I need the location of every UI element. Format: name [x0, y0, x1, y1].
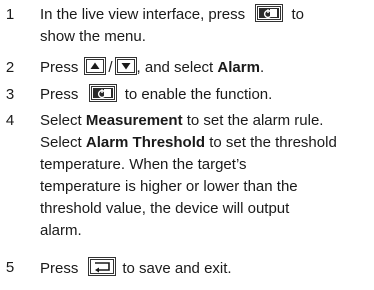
- menu-item-measurement: Measurement: [85, 112, 183, 129]
- step-text: temperature is higher or lower than the: [40, 178, 298, 195]
- step-text: Press: [40, 59, 79, 76]
- step-number: 2: [5, 59, 15, 76]
- step-text: .: [259, 59, 265, 76]
- back-key-icon: [88, 257, 117, 276]
- menu-item-alarm-threshold: Alarm Threshold: [85, 134, 206, 151]
- menu-item-alarm: Alarm: [217, 59, 260, 76]
- step-text: temperature. When the target’s: [40, 156, 247, 173]
- instruction-steps: 1 In the live view interface, press to s…: [0, 0, 374, 290]
- step-text: alarm.: [40, 222, 82, 239]
- step-number: 5: [5, 259, 15, 276]
- step-text: to enable the function.: [124, 86, 273, 103]
- step-text: show the menu.: [40, 28, 146, 45]
- step-text: to save and exit.: [122, 260, 232, 277]
- step-text: Select: [40, 134, 86, 151]
- step-text: Press: [40, 260, 79, 277]
- step-text: Press: [40, 86, 79, 103]
- menu-key-icon: [88, 84, 117, 102]
- separator: /: [108, 59, 113, 76]
- down-arrow-key-icon: [114, 57, 137, 75]
- step-text: Select: [40, 112, 86, 129]
- step-text: threshold value, the device will output: [40, 200, 290, 217]
- step-number: 4: [5, 112, 15, 129]
- step-text: to set the alarm rule.: [182, 112, 324, 129]
- step-text: to: [291, 6, 304, 23]
- step-number: 1: [5, 6, 15, 23]
- up-arrow-key-icon: [84, 57, 107, 75]
- step-text: In the live view interface, press: [40, 6, 246, 23]
- step-number: 3: [5, 86, 15, 103]
- menu-key-icon: [255, 4, 284, 22]
- step-text: to set the threshold: [205, 134, 337, 151]
- step-text: , and select: [136, 59, 218, 76]
